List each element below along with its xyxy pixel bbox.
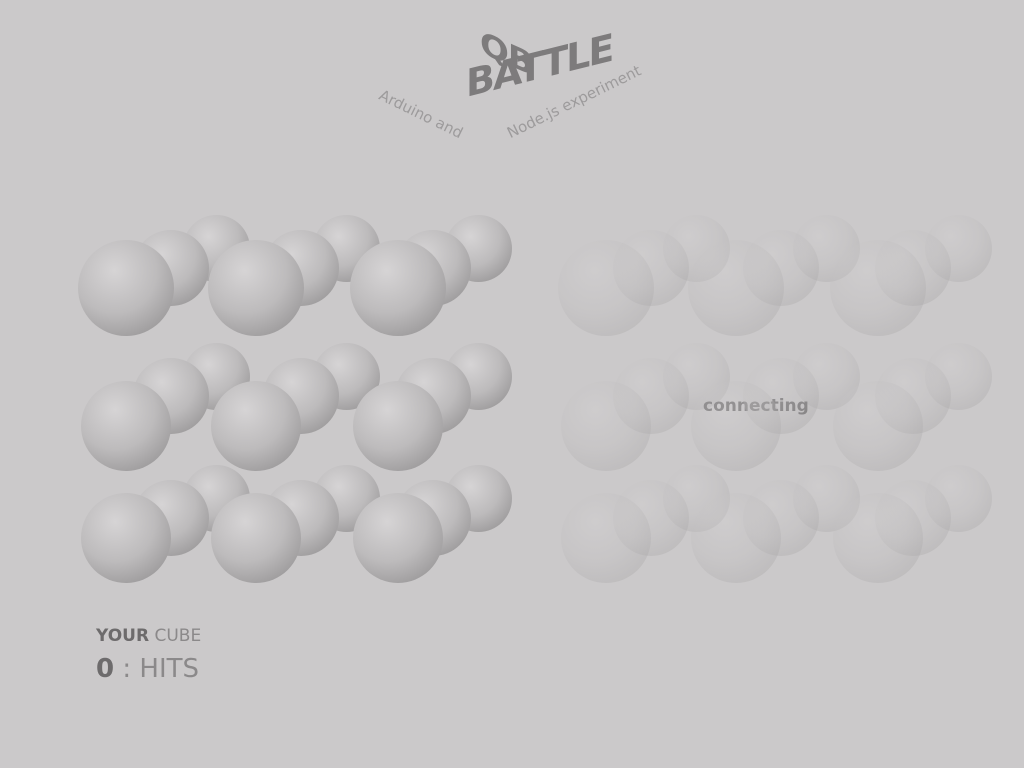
hits-count: 0 [96,654,115,684]
cube-sphere [830,240,926,336]
your-label: YOUR [96,626,150,646]
cube-sphere [561,381,651,471]
cube-sphere [688,240,784,336]
cube-sphere [78,240,174,336]
cube-sphere [353,493,443,583]
cube-label: CUBE [154,626,202,646]
hits-counter: 0 : HITS [96,654,199,684]
cube-sphere [833,381,923,471]
cube-sphere [558,240,654,336]
cube-sphere [561,493,651,583]
cube-sphere [353,381,443,471]
cube-sphere [211,493,301,583]
hits-label: HITS [139,654,199,684]
cube-sphere [81,381,171,471]
cube-sphere [208,240,304,336]
hits-separator: : [122,654,132,684]
your-cube-label: YOUR CUBE [96,626,201,646]
cube-sphere [211,381,301,471]
cube-sphere [691,381,781,471]
cube-sphere [350,240,446,336]
cube-sphere [833,493,923,583]
cube-sphere [691,493,781,583]
cube-sphere [81,493,171,583]
